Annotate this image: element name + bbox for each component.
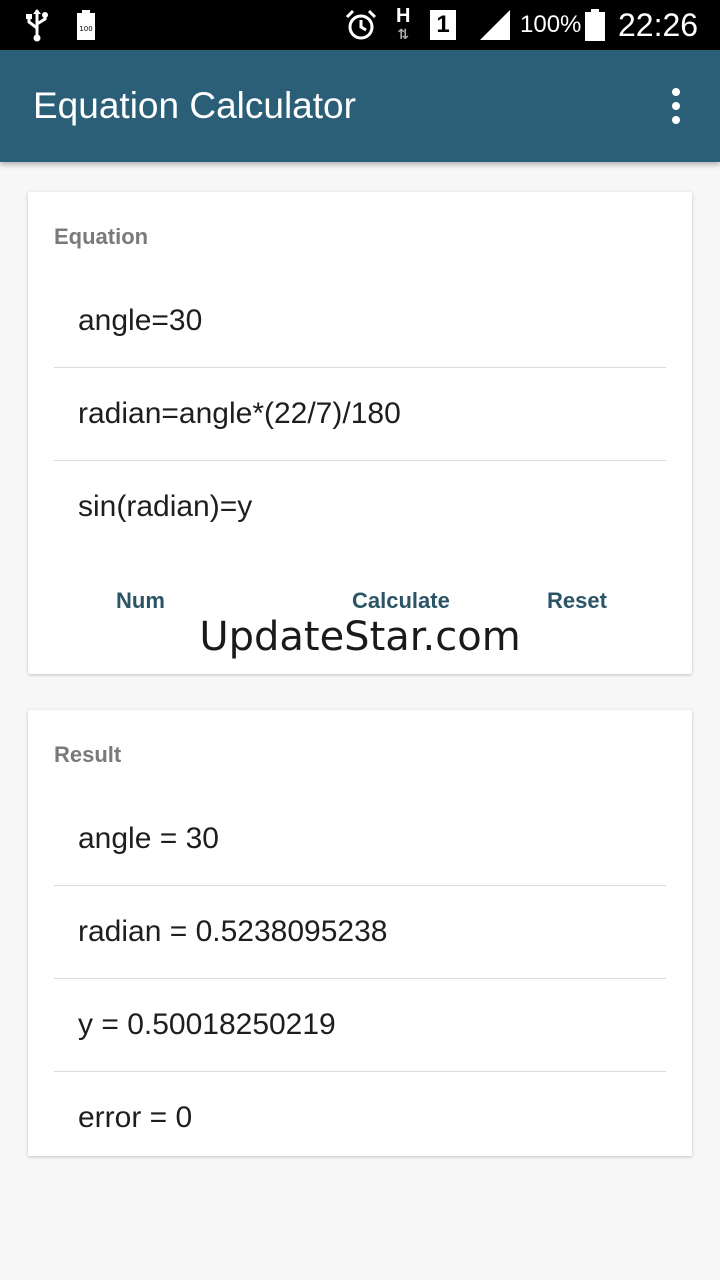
result-line-text: error = 0 bbox=[78, 1101, 193, 1134]
sim-slot-label: 1 bbox=[430, 10, 456, 40]
more-vert-icon[interactable] bbox=[652, 80, 700, 132]
result-card: Result angle = 30 radian = 0.5238095238 … bbox=[28, 710, 692, 1156]
sim-slot-icon: 1 bbox=[430, 0, 456, 50]
app-title: Equation Calculator bbox=[33, 85, 356, 126]
network-type-indicator: H ⇅ bbox=[396, 0, 410, 50]
network-type-label: H bbox=[396, 5, 411, 27]
equation-line-text: angle=30 bbox=[78, 304, 203, 337]
data-arrows-icon: ⇅ bbox=[397, 26, 410, 42]
app-bar: Equation Calculator bbox=[0, 50, 720, 162]
usb-icon bbox=[24, 0, 50, 50]
equation-line[interactable]: radian=angle*(22/7)/180 bbox=[54, 367, 666, 461]
equation-card: Equation angle=30 radian=angle*(22/7)/18… bbox=[28, 192, 692, 674]
equation-line[interactable]: angle=30 bbox=[54, 274, 666, 368]
equation-line-text: radian=angle*(22/7)/180 bbox=[78, 397, 401, 430]
overflow-dot bbox=[672, 102, 680, 110]
result-line-text: y = 0.50018250219 bbox=[78, 1008, 336, 1041]
svg-text:100: 100 bbox=[79, 25, 92, 33]
battery-icon bbox=[584, 0, 606, 50]
result-line-text: radian = 0.5238095238 bbox=[78, 915, 388, 948]
equation-line-text: sin(radian)=y bbox=[78, 490, 253, 523]
result-line: y = 0.50018250219 bbox=[54, 978, 666, 1072]
result-line: error = 0 bbox=[54, 1071, 666, 1164]
overflow-dot bbox=[672, 116, 680, 124]
watermark: UpdateStar.com bbox=[199, 614, 521, 660]
battery-small-icon: 100 bbox=[76, 0, 96, 50]
equation-line[interactable]: sin(radian)=y bbox=[54, 460, 666, 553]
result-label: Result bbox=[54, 742, 122, 767]
battery-percent: 100% bbox=[520, 11, 582, 38]
signal-icon bbox=[478, 0, 512, 50]
alarm-icon bbox=[344, 0, 378, 50]
equation-label: Equation bbox=[54, 224, 149, 249]
status-bar: 100 H ⇅ 1 100% 22:26 bbox=[0, 0, 720, 50]
overflow-dot bbox=[672, 88, 680, 96]
clock: 22:26 bbox=[618, 6, 699, 43]
result-line: radian = 0.5238095238 bbox=[54, 885, 666, 979]
result-line: angle = 30 bbox=[54, 792, 666, 886]
result-line-text: angle = 30 bbox=[78, 822, 219, 855]
